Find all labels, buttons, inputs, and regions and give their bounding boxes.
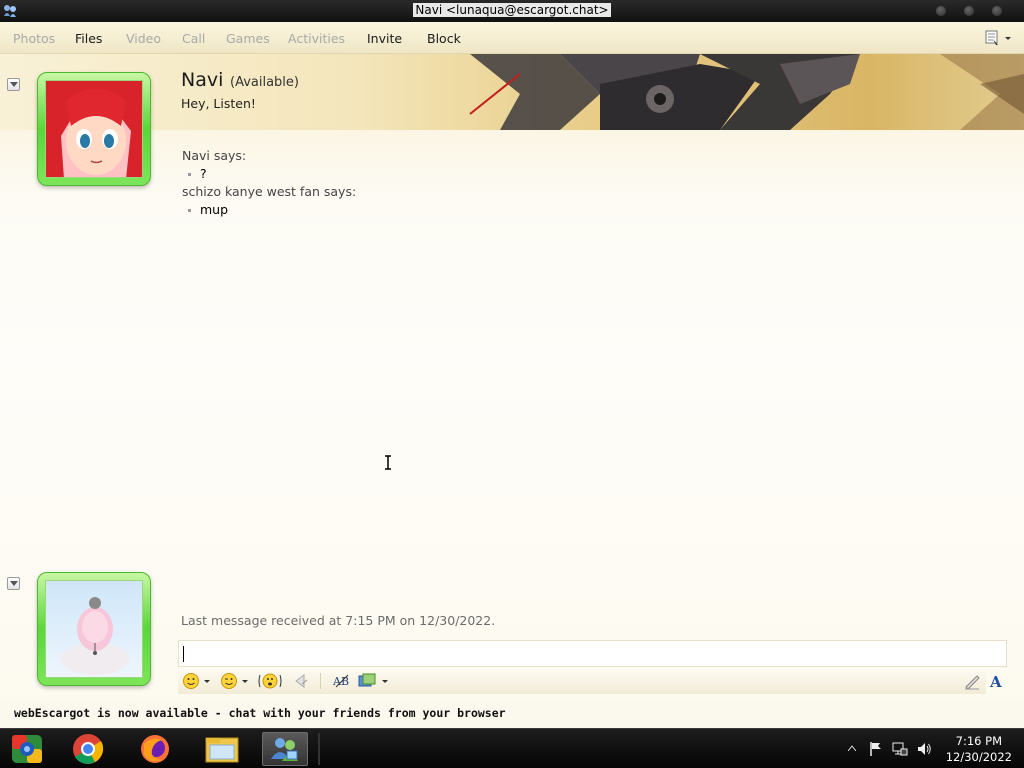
firefox-icon[interactable] [132, 732, 178, 766]
chevron-down-icon [10, 82, 18, 87]
messenger-icon [271, 738, 298, 761]
message-line: mup [188, 202, 228, 217]
menu-bar: Photos Files Video Call Games Activities… [0, 22, 1024, 54]
message-text: ? [200, 166, 207, 181]
wink-dropdown-icon[interactable] [242, 680, 248, 683]
messenger-task-button[interactable] [262, 732, 308, 766]
contact-avatar[interactable] [37, 72, 151, 186]
clock-time: 7:16 PM [955, 734, 1003, 748]
clock[interactable]: 7:16 PM 12/30/2022 [946, 733, 1012, 765]
self-avatar[interactable] [37, 572, 151, 686]
font-icon[interactable]: A [988, 672, 1006, 690]
message-text: mup [200, 202, 229, 217]
taskbar-separator [318, 733, 320, 765]
scene-banner [0, 54, 1024, 130]
background-dropdown-icon[interactable] [382, 680, 388, 683]
nudge-icon[interactable] [258, 672, 282, 690]
taskbar: 7:16 PM 12/30/2022 [0, 728, 1024, 768]
collapse-self-button[interactable] [7, 577, 20, 590]
anime-girl-avatar [46, 81, 142, 177]
contact-personal-message: Hey, Listen! [181, 96, 256, 111]
default-avatar [46, 581, 142, 677]
file-explorer-icon[interactable] [199, 732, 245, 766]
contact-status: (Available) [230, 75, 299, 90]
menu-block[interactable]: Block [427, 31, 461, 46]
window-titlebar: Navi <lunaqua@escargot.chat> [0, 0, 1024, 22]
network-icon[interactable] [892, 741, 908, 757]
message-line: ? [188, 166, 207, 181]
menu-photos[interactable]: Photos [13, 31, 55, 46]
contact-name: Navi [181, 69, 224, 91]
wink-icon[interactable] [220, 672, 238, 690]
emoticon-icon[interactable] [182, 672, 200, 690]
bullet-icon [188, 173, 191, 176]
menu-files[interactable]: Files [75, 31, 102, 46]
text-cursor-icon [385, 455, 391, 470]
conversation-area [0, 130, 1024, 700]
input-toolbar: AB [178, 668, 986, 694]
message-sender: schizo kanye west fan says: [182, 184, 357, 199]
voice-clip-icon[interactable] [292, 672, 310, 690]
last-message-info: Last message received at 7:15 PM on 12/3… [181, 613, 496, 628]
spell-check-icon[interactable]: AB [332, 672, 352, 690]
menu-games[interactable]: Games [226, 31, 270, 46]
chevron-down-icon [10, 581, 18, 586]
volume-icon[interactable] [916, 741, 932, 757]
maximize-button[interactable] [964, 6, 974, 16]
menu-video[interactable]: Video [126, 31, 161, 46]
input-caret [183, 646, 184, 662]
menu-call[interactable]: Call [182, 31, 205, 46]
toolbar-divider [320, 673, 321, 689]
svg-text:A: A [989, 673, 1002, 690]
handwriting-icon[interactable] [963, 672, 981, 690]
show-menu-icon[interactable] [984, 30, 1012, 46]
close-button[interactable] [992, 6, 1002, 16]
message-input[interactable] [178, 640, 1007, 667]
bullet-icon [188, 209, 191, 212]
clock-date: 12/30/2022 [945, 750, 1012, 764]
chrome-icon[interactable] [65, 732, 111, 766]
collapse-contact-button[interactable] [7, 78, 20, 91]
menu-invite[interactable]: Invite [367, 31, 402, 46]
message-sender: Navi says: [182, 148, 247, 163]
footer-ad-link[interactable]: webEscargot is now available - chat with… [14, 706, 506, 720]
minimize-button[interactable] [936, 6, 946, 16]
menu-activities[interactable]: Activities [288, 31, 345, 46]
scene-artwork [469, 54, 1024, 130]
window-title: Navi <lunaqua@escargot.chat> [413, 3, 611, 17]
show-hidden-icons-icon[interactable] [848, 745, 856, 751]
emoticon-dropdown-icon[interactable] [204, 680, 210, 683]
flag-icon[interactable] [868, 741, 884, 757]
background-icon[interactable] [358, 672, 378, 690]
colorful-app-icon[interactable] [4, 732, 50, 766]
